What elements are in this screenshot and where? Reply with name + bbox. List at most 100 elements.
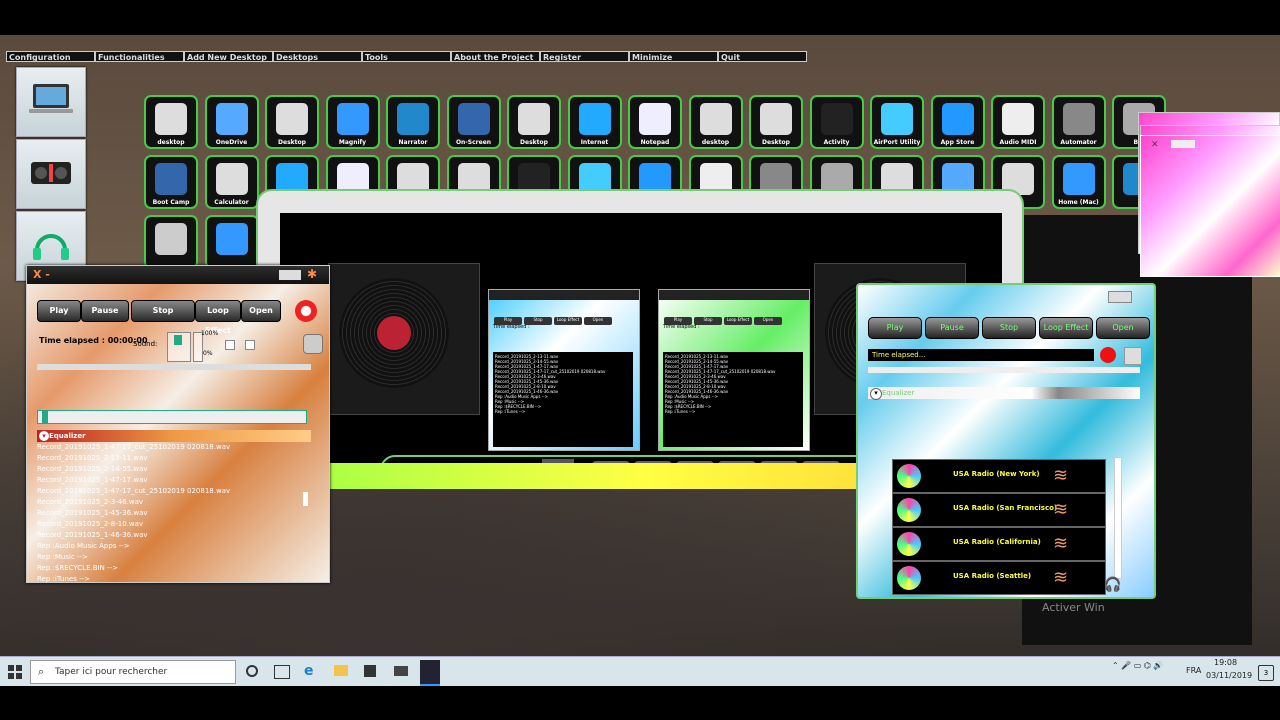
- close-icon[interactable]: ✕: [1151, 140, 1159, 150]
- desktop-icon[interactable]: Activity: [809, 95, 864, 149]
- mini-player-left[interactable]: Play Stop Loop Effect Open Time elapsed : R…: [488, 289, 640, 451]
- desktop-icon[interactable]: Calculator: [204, 155, 259, 209]
- record-icon[interactable]: [1100, 347, 1116, 363]
- desktop-icon[interactable]: Narrator: [386, 95, 440, 149]
- side-tile-dj[interactable]: [16, 139, 86, 209]
- desktop-icon[interactable]: Magnify: [325, 95, 380, 149]
- checkbox[interactable]: [245, 340, 255, 350]
- desktop-icon[interactable]: OneDrive: [204, 95, 259, 149]
- search-input[interactable]: ⌕ Taper ici pour rechercher: [30, 660, 236, 684]
- radio-station[interactable]: USA Radio (New York) ≋: [892, 459, 1106, 493]
- file-list-item[interactable]: Record_20191025_1-47-17.wav: [37, 475, 307, 486]
- radio-button-open[interactable]: Open: [1096, 317, 1150, 339]
- file-list-item[interactable]: Record_20191025_1-46-36.wav: [37, 530, 307, 541]
- equalizer-header[interactable]: Equalizer: [37, 430, 311, 442]
- mini-button[interactable]: Loop Effect: [554, 317, 582, 325]
- task-view-icon[interactable]: [274, 665, 290, 679]
- progress-bar[interactable]: [868, 367, 1140, 373]
- tray-icons[interactable]: ⌃ 🎤 ▭ ⌬ 🔊: [1112, 661, 1163, 670]
- menu-item[interactable]: Register: [540, 51, 629, 62]
- player-button-pause[interactable]: Pause: [81, 300, 129, 322]
- player-button-loop-effect[interactable]: Loop Effect: [195, 300, 241, 335]
- radio-button-pause[interactable]: Pause: [925, 317, 979, 339]
- edge-icon[interactable]: e: [304, 663, 314, 679]
- equalizer-header[interactable]: Equalizer: [868, 387, 1140, 399]
- chevron-down-icon[interactable]: ▾: [39, 431, 49, 441]
- scrollbar[interactable]: [1114, 457, 1122, 579]
- desktop-icon[interactable]: desktop: [144, 95, 198, 149]
- file-list-item[interactable]: Record_20191025_2-13-11.wav: [37, 453, 307, 464]
- radio-station[interactable]: USA Radio (Seattle) ≋: [892, 561, 1106, 595]
- menu-item[interactable]: Add New Desktop: [184, 51, 273, 62]
- menu-item[interactable]: About the Project: [451, 51, 540, 62]
- file-list-item[interactable]: Rep :Music -->: [37, 552, 307, 563]
- radio-player-window[interactable]: Play Pause Stop Loop Effect Open Time elapse…: [856, 283, 1156, 599]
- file-list-item[interactable]: Record_20191025_2-3-46.wav: [37, 497, 307, 508]
- desktop-icon[interactable]: Home (Mac): [1051, 155, 1106, 209]
- mini-button[interactable]: Loop Effect: [724, 317, 752, 325]
- desktop-icon[interactable]: On-Screen: [446, 95, 501, 149]
- store-icon[interactable]: [364, 665, 376, 677]
- scrollbar[interactable]: [303, 492, 308, 506]
- menu-item[interactable]: Configuration: [6, 51, 95, 62]
- mail-icon[interactable]: [394, 666, 408, 676]
- radio-station[interactable]: USA Radio (San Francisco) ≋: [892, 493, 1106, 527]
- windows-start-icon[interactable]: [8, 664, 22, 679]
- radio-button-loop-effect[interactable]: Loop Effect: [1039, 317, 1093, 339]
- desktop-icon[interactable]: [204, 215, 259, 269]
- power-icon[interactable]: [295, 300, 317, 322]
- file-list-item[interactable]: Rep :Audio Music Apps -->: [37, 541, 307, 552]
- desktop-icon[interactable]: Automator: [1051, 95, 1106, 149]
- music-player-window[interactable]: X - ✱ Play Pause Stop Loop Effect Open Time …: [26, 265, 330, 583]
- desktop-icon[interactable]: Internet: [567, 95, 622, 149]
- dropdown-icon[interactable]: [1171, 140, 1195, 148]
- desktop-icon[interactable]: Notepad: [628, 95, 682, 149]
- desktop-icon[interactable]: Boot Camp: [144, 155, 198, 209]
- desktop-icon[interactable]: App Store: [930, 95, 985, 149]
- menu-item[interactable]: Desktops: [273, 51, 362, 62]
- mini-player-right[interactable]: Play Stop Loop Effect Open Time elapsed : R…: [658, 289, 810, 451]
- player-button-stop[interactable]: Stop: [131, 300, 195, 322]
- radio-station[interactable]: USA Radio (California) ≋: [892, 527, 1106, 561]
- sound-slider[interactable]: [167, 332, 191, 362]
- menu-item[interactable]: Minimize: [629, 51, 718, 62]
- side-tile-laptop[interactable]: [16, 67, 86, 137]
- file-list-item[interactable]: Record_20191025_1-45-36.wav: [37, 508, 307, 519]
- radio-button-stop[interactable]: Stop: [982, 317, 1036, 339]
- dropdown-icon[interactable]: [1108, 291, 1132, 303]
- progress-bar[interactable]: [37, 364, 311, 370]
- checkbox[interactable]: [225, 340, 235, 350]
- desktop-icon[interactable]: Desktop: [265, 95, 319, 149]
- desktop-icon[interactable]: Audio MIDI: [991, 95, 1045, 149]
- desktop-icon[interactable]: Desktop: [507, 95, 561, 149]
- menu-item[interactable]: Quit: [718, 51, 807, 62]
- floating-window[interactable]: ✕: [1140, 135, 1280, 277]
- file-list-item[interactable]: Record_20191025_2-14-55.wav: [37, 464, 307, 475]
- mini-button[interactable]: Open: [584, 317, 612, 325]
- language-indicator[interactable]: FRA: [1186, 666, 1201, 675]
- file-list-item[interactable]: Record_20191025_1-47-17_cut_25102019 020…: [37, 486, 307, 497]
- clock-date[interactable]: 03/11/2019: [1206, 671, 1252, 680]
- turntable-left[interactable]: [328, 263, 480, 415]
- notification-icon[interactable]: 3: [1258, 665, 1274, 681]
- radio-button-play[interactable]: Play: [868, 317, 922, 339]
- app-icon[interactable]: [420, 660, 440, 686]
- mini-button[interactable]: Open: [754, 317, 782, 325]
- desktop-icon[interactable]: desktop: [688, 95, 743, 149]
- file-list-item[interactable]: Rep :$RECYCLE.BIN -->: [37, 563, 307, 574]
- settings-icon[interactable]: [1124, 347, 1142, 365]
- desktop-icon[interactable]: AirPort Utility: [870, 95, 924, 149]
- desktop-icon[interactable]: Desktop: [749, 95, 803, 149]
- seek-bar[interactable]: [37, 410, 307, 424]
- chevron-down-icon[interactable]: ▾: [870, 388, 882, 400]
- menu-item[interactable]: Tools: [362, 51, 451, 62]
- cortana-icon[interactable]: [246, 665, 258, 677]
- player-button-play[interactable]: Play: [37, 300, 81, 322]
- settings-icon[interactable]: [303, 334, 323, 354]
- file-list-item[interactable]: Record_20191025_2-8-10.wav: [37, 519, 307, 530]
- dropdown-icon[interactable]: [279, 270, 301, 280]
- file-list-item[interactable]: Rep :iTunes -->: [37, 574, 307, 585]
- clock-time[interactable]: 19:08: [1214, 658, 1237, 667]
- desktop-icon[interactable]: [144, 215, 198, 269]
- file-list-item[interactable]: Record_20191025_1-47-17_cut_25102019 020…: [37, 442, 307, 453]
